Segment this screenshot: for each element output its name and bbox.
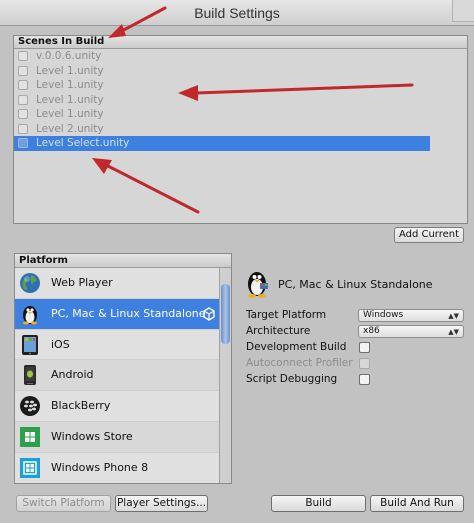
target-platform-label: Target Platform xyxy=(246,309,327,321)
platform-label: Windows Phone 8 xyxy=(51,460,149,474)
platform-item-blackberry[interactable]: BlackBerry xyxy=(15,391,220,422)
player-settings-button[interactable]: Player Settings... xyxy=(115,495,208,512)
autoconnect-profiler-row: Autoconnect Profiler xyxy=(244,356,466,371)
tux-icon xyxy=(248,272,268,298)
scene-label: Level 1.unity xyxy=(36,108,104,120)
scene-row[interactable]: Level 2.unity xyxy=(14,122,467,137)
scene-checkbox[interactable] xyxy=(18,94,28,105)
close-button[interactable] xyxy=(452,0,474,22)
scenes-in-build-panel: Scenes In Build v.0.0.6.unity Level 1.un… xyxy=(13,35,468,224)
blackberry-icon xyxy=(20,396,40,417)
globe-icon xyxy=(20,273,40,293)
script-debugging-row: Script Debugging xyxy=(244,372,466,387)
platform-item-windows-phone-8[interactable]: Windows Phone 8 xyxy=(15,452,220,483)
target-platform-row: Target Platform Windows ▲▼ xyxy=(244,308,466,323)
platform-panel: Platform Web Player PC, Mac & Linux Stan… xyxy=(14,253,232,484)
scenes-header: Scenes In Build xyxy=(14,36,467,49)
target-platform-value: Windows xyxy=(363,310,404,320)
build-and-run-button[interactable]: Build And Run xyxy=(370,495,464,512)
architecture-value: x86 xyxy=(363,326,380,336)
android-phone-icon xyxy=(24,365,36,386)
windows-phone-icon xyxy=(20,457,40,478)
settings-platform-title: PC, Mac & Linux Standalone xyxy=(278,278,433,291)
architecture-dropdown[interactable]: x86 ▲▼ xyxy=(358,325,464,338)
add-current-button[interactable]: Add Current xyxy=(394,227,464,243)
ipad-icon xyxy=(22,334,38,355)
scene-checkbox[interactable] xyxy=(18,123,28,134)
settings-header: PC, Mac & Linux Standalone xyxy=(244,268,466,302)
dropdown-arrow-icon: ▲▼ xyxy=(448,312,459,320)
scene-checkbox[interactable] xyxy=(18,138,28,148)
scene-row[interactable]: v.0.0.6.unity xyxy=(14,49,467,64)
architecture-row: Architecture x86 ▲▼ xyxy=(244,324,466,339)
platform-label: Android xyxy=(51,368,94,382)
scene-row[interactable]: Level 1.unity xyxy=(14,78,467,93)
scrollbar-thumb[interactable] xyxy=(221,284,230,344)
scene-row[interactable]: Level 1.unity xyxy=(14,93,467,108)
tux-icon xyxy=(23,305,37,325)
scene-label: Level 1.unity xyxy=(36,64,104,77)
build-button[interactable]: Build xyxy=(271,495,366,512)
development-build-checkbox[interactable] xyxy=(359,342,370,353)
platform-label: iOS xyxy=(51,337,70,351)
platform-settings-panel: PC, Mac & Linux Standalone Target Platfo… xyxy=(244,268,466,398)
scene-label: Level 2.unity xyxy=(36,122,104,135)
autoconnect-profiler-checkbox xyxy=(359,358,370,369)
scene-row[interactable]: Level 1.unity xyxy=(14,107,467,122)
dropdown-arrow-icon: ▲▼ xyxy=(448,328,459,336)
scene-label: v.0.0.6.unity xyxy=(36,50,102,62)
script-debugging-checkbox[interactable] xyxy=(359,374,370,385)
scene-label: Level 1.unity xyxy=(36,93,104,106)
scene-checkbox[interactable] xyxy=(18,65,28,76)
architecture-label: Architecture xyxy=(246,325,311,337)
platform-item-windows-store[interactable]: Windows Store xyxy=(15,421,220,453)
scene-row-selected[interactable]: Level Select.unity xyxy=(14,136,430,151)
target-platform-dropdown[interactable]: Windows ▲▼ xyxy=(358,309,464,322)
platform-label: Web Player xyxy=(51,276,113,289)
scene-row[interactable]: Level 1.unity xyxy=(14,64,467,79)
unity-logo-icon xyxy=(203,306,215,321)
switch-platform-button[interactable]: Switch Platform xyxy=(16,495,111,512)
script-debugging-label: Script Debugging xyxy=(246,373,338,385)
scene-checkbox[interactable] xyxy=(18,80,28,90)
development-build-row: Development Build xyxy=(244,340,466,355)
autoconnect-profiler-label: Autoconnect Profiler xyxy=(246,357,353,369)
development-build-label: Development Build xyxy=(246,341,347,353)
platform-header: Platform xyxy=(15,254,231,268)
platform-item-standalone[interactable]: PC, Mac & Linux Standalone xyxy=(15,298,220,330)
platform-label: Windows Store xyxy=(51,429,133,443)
platform-list: Web Player PC, Mac & Linux Standalone iO… xyxy=(15,268,220,483)
platform-label: BlackBerry xyxy=(51,399,111,413)
platform-item-android[interactable]: Android xyxy=(15,360,220,392)
scene-checkbox[interactable] xyxy=(18,109,28,119)
scene-checkbox[interactable] xyxy=(18,51,28,61)
platform-label: PC, Mac & Linux Standalone xyxy=(51,306,206,320)
scene-label: Level Select.unity xyxy=(36,137,130,149)
platform-item-ios[interactable]: iOS xyxy=(15,329,220,361)
platform-item-web-player[interactable]: Web Player xyxy=(15,268,220,299)
platform-scrollbar[interactable] xyxy=(219,268,231,483)
window-title: Build Settings xyxy=(194,5,280,21)
scene-label: Level 1.unity xyxy=(36,79,104,91)
window-titlebar[interactable]: Build Settings xyxy=(0,0,474,26)
windows-store-icon xyxy=(20,426,40,447)
